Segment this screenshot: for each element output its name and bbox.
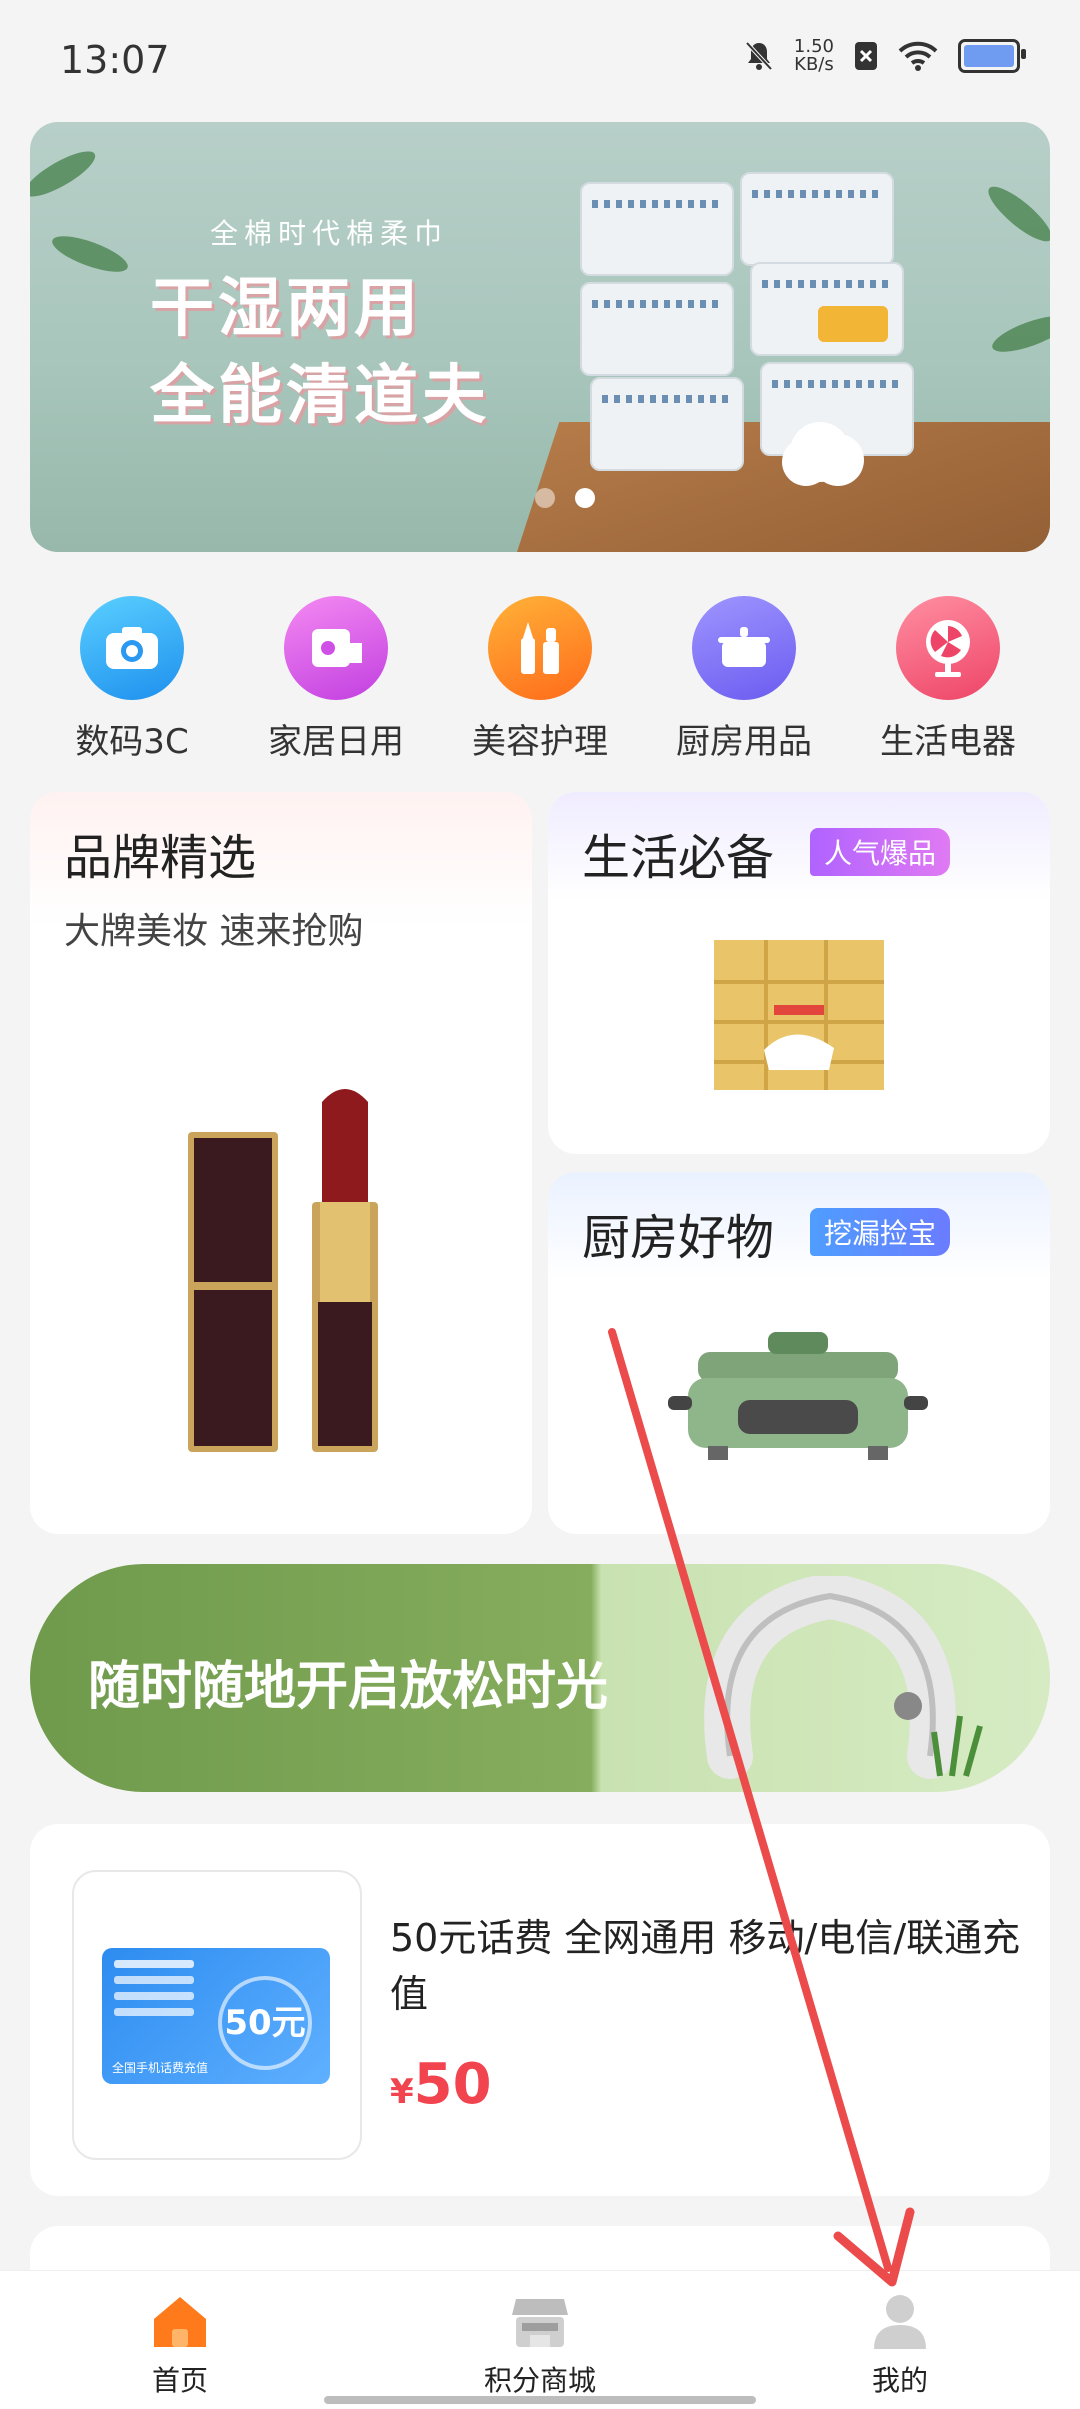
tissue-box-image <box>714 940 884 1090</box>
promo-text: 随时随地开启放松时光 <box>88 1657 609 1717</box>
lipstick-image <box>188 1089 378 1452</box>
banner-product-image <box>570 162 1000 471</box>
paper-roll-icon <box>284 596 388 700</box>
price-currency: ¥ <box>390 2072 414 2112</box>
category-row: 数码3C 家居日用 美容护理 厨房用品 生活电器 <box>30 590 1050 770</box>
status-icons: 1.50 KB/s <box>744 38 1026 74</box>
category-kitchen[interactable]: 厨房用品 <box>642 590 846 770</box>
tab-points-mall[interactable]: 积分商城 <box>440 2289 640 2399</box>
deal-badge: 挖漏捡宝 <box>810 1208 951 1256</box>
category-appliance[interactable]: 生活电器 <box>846 590 1050 770</box>
card-title: 生活必备 <box>582 830 775 886</box>
promo-banner[interactable]: 全棉时代棉柔巾 干湿两用 全能清道夫 <box>30 122 1050 552</box>
category-home[interactable]: 家居日用 <box>234 590 438 770</box>
hot-badge: 人气爆品 <box>810 828 951 876</box>
banner-line1: 全棉时代棉柔巾 <box>210 217 449 250</box>
phone-recharge-card-image: 50元 全国手机话费充值 <box>102 1948 330 2084</box>
electric-grill-image <box>668 1332 928 1460</box>
banner-dot[interactable] <box>535 488 555 508</box>
status-bar: 13:07 1.50 KB/s <box>0 0 1080 120</box>
category-label: 美容护理 <box>472 722 608 762</box>
category-beauty[interactable]: 美容护理 <box>438 590 642 770</box>
tab-home[interactable]: 首页 <box>80 2289 280 2399</box>
card-caption: 全国手机话费充值 <box>112 2061 209 2075</box>
home-icon <box>148 2289 212 2353</box>
category-label: 家居日用 <box>268 722 404 762</box>
speed-unit: KB/s <box>794 54 834 75</box>
banner-line3: 全能清道夫 <box>150 359 490 433</box>
clock: 13:07 <box>60 38 170 82</box>
banner-pagination <box>535 488 595 508</box>
price-amount: 50 <box>413 2052 492 2117</box>
product-card[interactable]: 50元 全国手机话费充值 50元话费 全网通用 移动/电信/联通充值 ¥50 <box>30 1824 1050 2196</box>
relax-promo-banner[interactable]: 随时随地开启放松时光 <box>30 1564 1050 1792</box>
product-thumbnail: 50元 全国手机话费充值 <box>72 1870 362 2160</box>
mute-bell-icon <box>745 41 773 71</box>
bottom-tab-bar: 首页 积分商城 我的 <box>0 2270 1080 2409</box>
network-speed: 1.50 KB/s <box>794 38 834 74</box>
category-digital[interactable]: 数码3C <box>30 590 234 770</box>
product-name: 50元话费 全网通用 移动/电信/联通充值 <box>390 1916 1021 2016</box>
category-label: 生活电器 <box>880 722 1016 762</box>
wifi-icon <box>898 41 938 71</box>
category-label: 厨房用品 <box>676 722 812 762</box>
banner-dot-active[interactable] <box>575 488 595 508</box>
card-face-value: 50元 <box>218 1976 312 2070</box>
fan-icon <box>896 596 1000 700</box>
product-price: ¥50 <box>390 2052 492 2117</box>
gesture-bar <box>324 2396 756 2404</box>
carrier-logos <box>114 1960 194 1968</box>
no-sim-icon <box>855 42 877 70</box>
category-label: 数码3C <box>75 722 189 762</box>
card-title: 品牌精选 <box>64 830 257 886</box>
camera-icon <box>80 596 184 700</box>
banner-line2: 干湿两用 <box>150 272 422 346</box>
kitchen-goods-card[interactable]: 厨房好物 挖漏捡宝 <box>548 1172 1050 1534</box>
card-subtitle: 大牌美妆 速来抢购 <box>64 911 364 952</box>
battery-icon <box>958 39 1026 73</box>
card-title: 厨房好物 <box>582 1210 775 1266</box>
brand-selection-card[interactable]: 品牌精选 大牌美妆 速来抢购 <box>30 792 532 1534</box>
tab-mine[interactable]: 我的 <box>800 2289 1000 2399</box>
tab-label: 积分商城 <box>483 2364 596 2397</box>
daily-essentials-card[interactable]: 生活必备 人气爆品 <box>548 792 1050 1154</box>
neck-massager-image <box>704 1576 983 1779</box>
pot-icon <box>692 596 796 700</box>
tab-label: 首页 <box>151 2364 208 2397</box>
beauty-icon <box>488 596 592 700</box>
user-icon <box>868 2289 932 2353</box>
store-icon <box>508 2289 572 2353</box>
cotton-image <box>790 422 850 482</box>
tab-label: 我的 <box>871 2364 928 2397</box>
